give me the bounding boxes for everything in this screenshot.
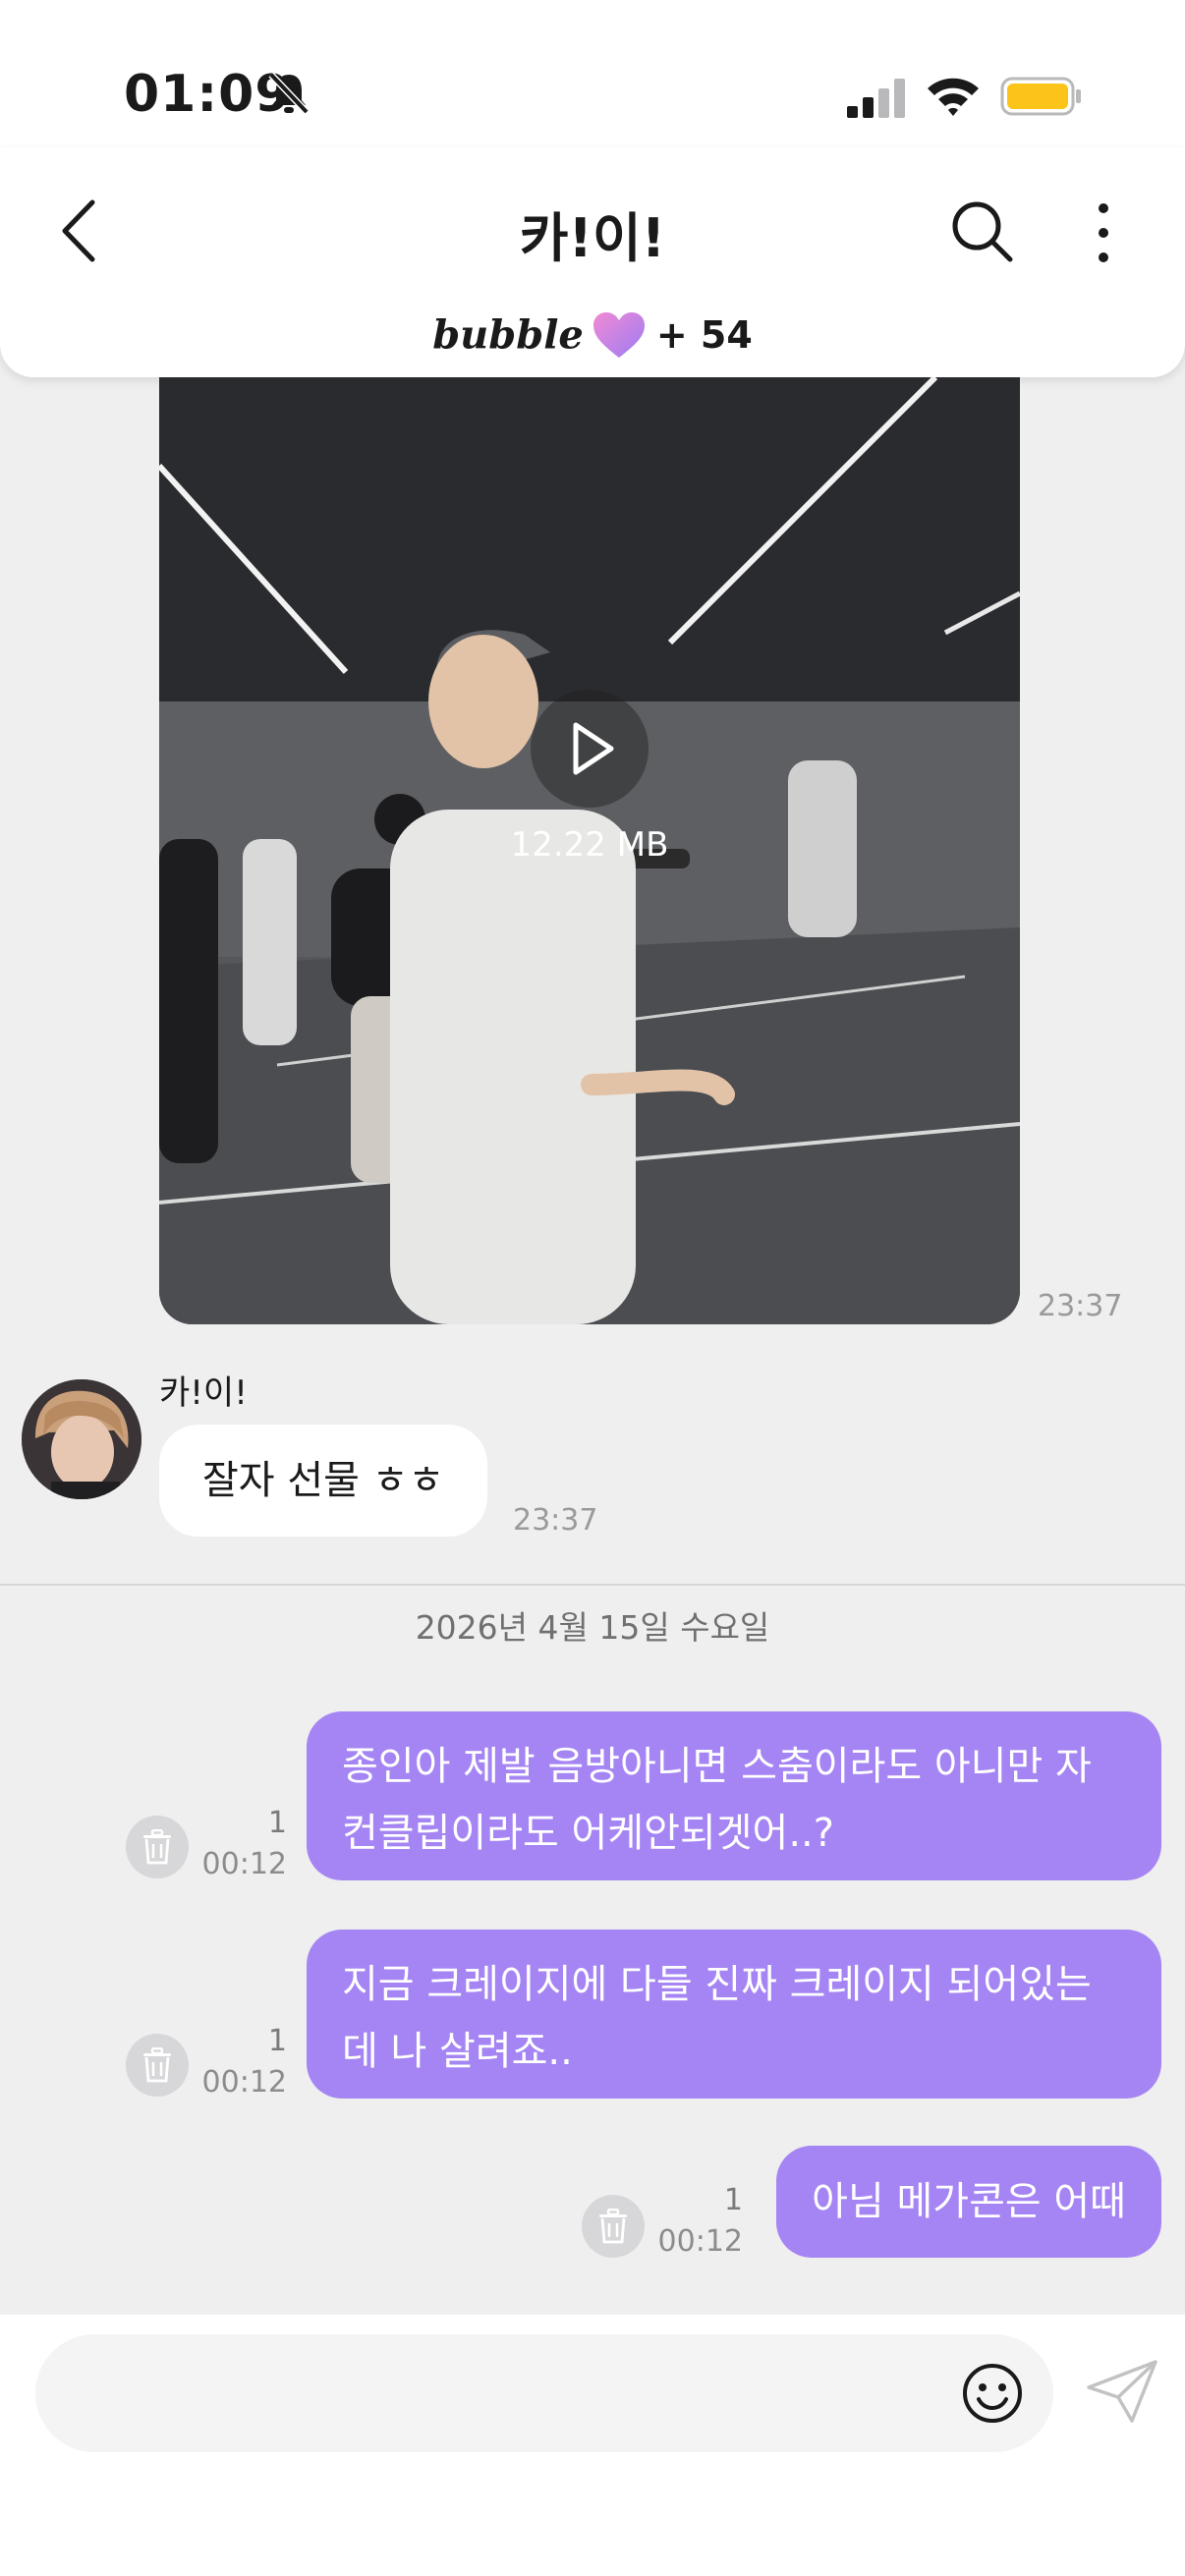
- send-icon[interactable]: [1085, 2358, 1159, 2425]
- status-time: 01:09: [124, 65, 292, 124]
- bubble-logo: bubble: [432, 311, 584, 359]
- chat-header: 카!이! bubble + 54: [0, 147, 1185, 377]
- date-divider-line: [0, 1584, 1185, 1586]
- trash-icon: [599, 2209, 627, 2244]
- outgoing-message-time: 00:12: [657, 2224, 743, 2259]
- video-message-time: 23:37: [1038, 1289, 1123, 1323]
- play-button[interactable]: [531, 690, 649, 808]
- message-composer: [0, 2315, 1185, 2576]
- outgoing-message-bubble[interactable]: 종인아 제발 음방아니면 스춤이라도 아니만 자컨클립이라도 어케안되겟어..?: [307, 1711, 1161, 1880]
- message-input[interactable]: [35, 2334, 1053, 2452]
- read-count: 1: [267, 2024, 287, 2058]
- heart-icon: [592, 312, 645, 358]
- delete-message-button[interactable]: [582, 2195, 645, 2258]
- sender-avatar[interactable]: [22, 1379, 141, 1499]
- cellular-signal-icon: [847, 79, 905, 118]
- play-icon: [573, 722, 614, 775]
- sender-name: 카!이!: [159, 1373, 248, 1413]
- outgoing-message-bubble[interactable]: 아님 메가콘은 어때: [776, 2146, 1161, 2258]
- bell-muted-icon: [268, 72, 310, 115]
- video-file-size: 12.22 MB: [510, 825, 669, 865]
- incoming-message-bubble[interactable]: 잘자 선물 ㅎㅎ: [159, 1425, 488, 1537]
- incoming-message-time: 23:37: [513, 1503, 598, 1538]
- wifi-icon: [928, 78, 979, 116]
- more-options-icon[interactable]: [1091, 200, 1116, 265]
- outgoing-message-bubble[interactable]: 지금 크레이지에 다들 진짜 크레이지 되어있는데 나 살려죠..: [307, 1930, 1161, 2099]
- bubble-count: + 54: [655, 313, 753, 357]
- delete-message-button[interactable]: [126, 1816, 189, 1878]
- battery-icon: [1000, 77, 1081, 116]
- outgoing-message-time: 00:12: [201, 2065, 287, 2100]
- emoji-icon[interactable]: [961, 2362, 1024, 2425]
- read-count: 1: [267, 1806, 287, 1840]
- trash-icon: [143, 1829, 171, 1865]
- read-count: 1: [723, 2183, 743, 2217]
- trash-icon: [143, 2047, 171, 2083]
- outgoing-message-time: 00:12: [201, 1847, 287, 1881]
- avatar-image: [22, 1379, 141, 1499]
- video-message[interactable]: 12.22 MB: [159, 377, 1020, 1324]
- bubble-subscription[interactable]: bubble + 54: [0, 310, 1185, 360]
- date-divider-label: 2026년 4월 15일 수요일: [415, 1608, 770, 1647]
- delete-message-button[interactable]: [126, 2034, 189, 2097]
- search-icon[interactable]: [949, 198, 1014, 263]
